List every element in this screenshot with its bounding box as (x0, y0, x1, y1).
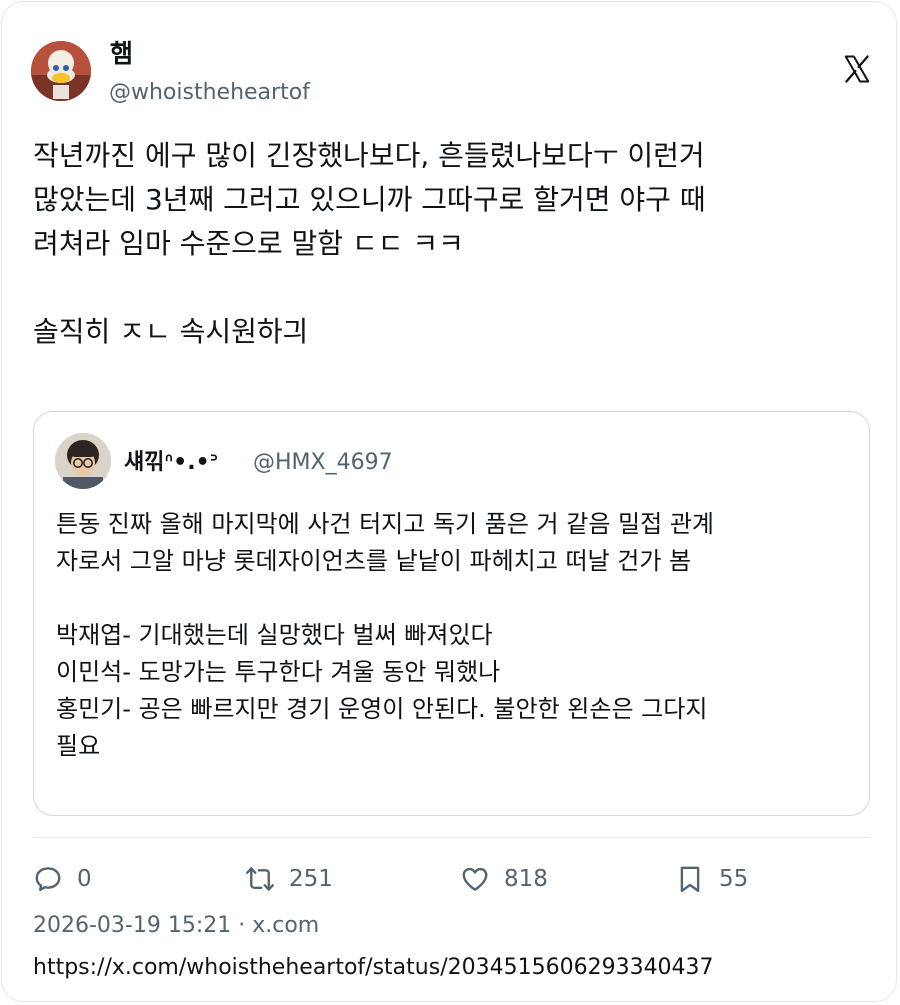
tweet-line: 많았는데 3년째 그러고 있으니까 그따구로 할거면 야구 때 (33, 183, 706, 216)
quoted-line: 자로서 그알 마냥 롯데자이언츠를 낱낱이 파헤치고 떠날 건가 봄 (56, 547, 692, 575)
status-url[interactable]: https://x.com/whoistheheartof/status/203… (33, 953, 714, 983)
reply-button[interactable]: 0 (33, 862, 92, 896)
tweet-line: 려쳐라 임마 수준으로 말함 ㄷㄷ ㅋㅋ (33, 227, 464, 260)
retweet-button[interactable]: 251 (245, 862, 333, 896)
bookmark-count: 55 (719, 866, 749, 892)
like-count: 818 (504, 866, 548, 892)
quoted-line: 홍민기- 공은 빠르지만 경기 운영이 안된다. 불안한 왼손은 그다지 (56, 695, 708, 723)
quoted-line: 이민석- 도망가는 투구한다 겨울 동안 뭐했나 (56, 658, 501, 686)
tweet-line: 솔직히 ㅈㄴ 속시원하긔 (33, 315, 309, 348)
retweet-icon (246, 867, 274, 891)
divider (33, 837, 870, 838)
tweet-text: 작년까진 에구 많이 긴장했나보다, 흔들렸나보다ㅜ 이런거 많았는데 3년째 … (33, 134, 873, 354)
x-logo-icon[interactable] (842, 54, 872, 86)
bookmark-button[interactable]: 55 (675, 862, 748, 896)
bookmark-icon (680, 866, 700, 893)
reply-count: 0 (77, 866, 92, 892)
reply-icon (35, 867, 61, 892)
quoted-tweet-text: 튼동 진짜 올해 마지막에 사건 터지고 독기 품은 거 같음 밀접 관계 자로… (56, 506, 856, 765)
quoted-tweet[interactable]: 섀끾ᐢ•.•ᐣ @HMX_4697 튼동 진짜 올해 마지막에 사건 터지고 독… (33, 411, 870, 816)
avatar[interactable] (31, 41, 91, 101)
quoted-author-handle[interactable]: @HMX_4697 (253, 448, 393, 478)
like-button[interactable]: 818 (460, 862, 548, 896)
quoted-avatar[interactable] (55, 433, 111, 489)
quoted-line: 필요 (56, 732, 101, 760)
tweet-line: 작년까진 에구 많이 긴장했나보다, 흔들렸나보다ㅜ 이런거 (33, 139, 705, 172)
timestamp[interactable]: 2026-03-19 15:21 · x.com (33, 911, 319, 941)
retweet-count: 251 (289, 866, 333, 892)
quoted-author-name[interactable]: 섀끾ᐢ•.•ᐣ (124, 448, 218, 478)
quoted-line: 박재엽- 기대했는데 실망했다 벌써 빠져있다 (56, 621, 493, 649)
heart-icon (462, 867, 488, 891)
author-handle[interactable]: @whoistheheartof (109, 78, 310, 108)
tweet-card: 햄 @whoistheheartof 작년까진 에구 많이 긴장했나보다, 흔들… (1, 1, 897, 1002)
quoted-line: 튼동 진짜 올해 마지막에 사건 터지고 독기 품은 거 같음 밀접 관계 (56, 510, 714, 538)
author-name[interactable]: 햄 (110, 38, 133, 70)
